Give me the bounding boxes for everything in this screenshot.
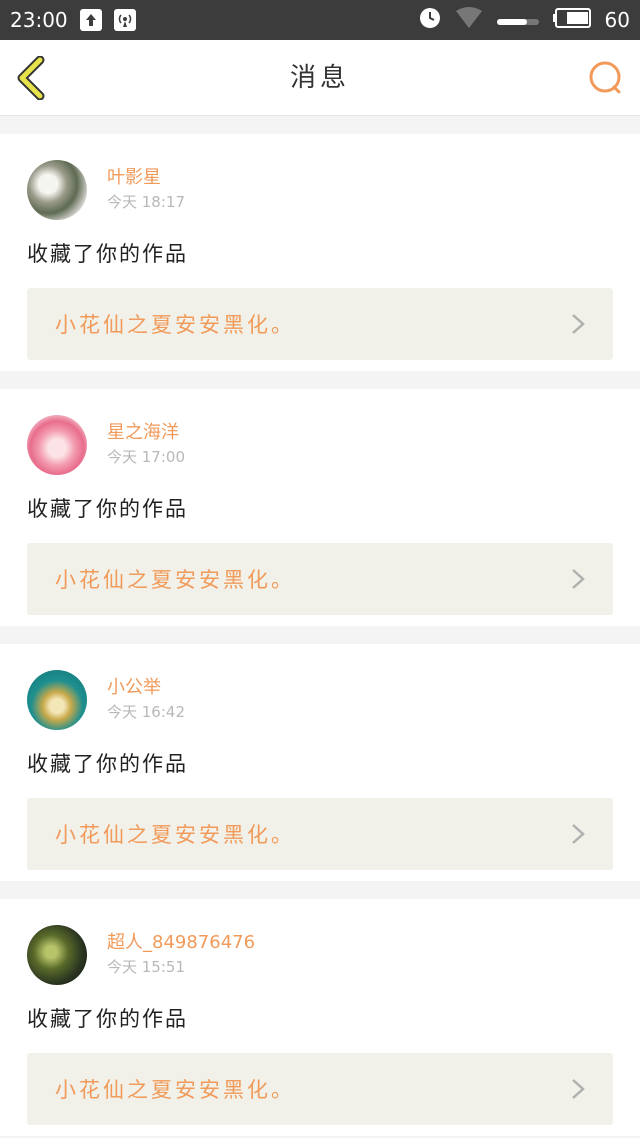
upload-icon bbox=[79, 9, 102, 31]
chevron-right-icon bbox=[572, 569, 585, 589]
search-icon bbox=[589, 61, 621, 94]
battery-level: 60 bbox=[604, 8, 630, 32]
avatar[interactable] bbox=[27, 160, 87, 220]
timestamp: 今天 18:17 bbox=[107, 193, 185, 211]
action-text: 收藏了你的作品 bbox=[27, 1007, 188, 1031]
battery-icon bbox=[552, 7, 591, 33]
cell-signal-icon bbox=[496, 8, 539, 32]
message-card: 星之海洋 今天 17:00 收藏了你的作品 小花仙之夏安安黑化。 bbox=[0, 389, 640, 626]
message-card: 叶影星 今天 18:17 收藏了你的作品 小花仙之夏安安黑化。 bbox=[0, 134, 640, 371]
user-info: 星之海洋 今天 17:00 bbox=[107, 422, 185, 468]
username[interactable]: 星之海洋 bbox=[107, 422, 185, 444]
username[interactable]: 小公举 bbox=[107, 677, 185, 699]
chevron-right-icon bbox=[572, 1079, 585, 1099]
avatar[interactable] bbox=[27, 925, 87, 985]
username[interactable]: 超人_849876476 bbox=[107, 932, 255, 954]
user-row: 叶影星 今天 18:17 bbox=[27, 160, 613, 220]
work-link[interactable]: 小花仙之夏安安黑化。 bbox=[27, 543, 613, 615]
chevron-right-icon bbox=[572, 824, 585, 844]
message-card: 小公举 今天 16:42 收藏了你的作品 小花仙之夏安安黑化。 bbox=[0, 644, 640, 881]
username[interactable]: 叶影星 bbox=[107, 167, 185, 189]
avatar[interactable] bbox=[27, 415, 87, 475]
user-info: 叶影星 今天 18:17 bbox=[107, 167, 185, 213]
timestamp: 今天 17:00 bbox=[107, 448, 185, 466]
user-row: 星之海洋 今天 17:00 bbox=[27, 415, 613, 475]
wifi-icon bbox=[455, 6, 483, 34]
user-row: 超人_849876476 今天 15:51 bbox=[27, 925, 613, 985]
work-link[interactable]: 小花仙之夏安安黑化。 bbox=[27, 1053, 613, 1125]
status-time: 23:00 bbox=[10, 8, 68, 32]
message-list: 叶影星 今天 18:17 收藏了你的作品 小花仙之夏安安黑化。 星之海洋 今天 … bbox=[0, 116, 640, 1136]
work-link[interactable]: 小花仙之夏安安黑化。 bbox=[27, 288, 613, 360]
alarm-icon bbox=[419, 7, 441, 34]
user-row: 小公举 今天 16:42 bbox=[27, 670, 613, 730]
work-link[interactable]: 小花仙之夏安安黑化。 bbox=[27, 798, 613, 870]
signal-icon bbox=[113, 9, 136, 31]
user-info: 小公举 今天 16:42 bbox=[107, 677, 185, 723]
page-title: 消息 bbox=[289, 63, 350, 93]
timestamp: 今天 16:42 bbox=[107, 703, 185, 721]
action-text: 收藏了你的作品 bbox=[27, 497, 188, 521]
title-bar: 消息 bbox=[0, 40, 640, 116]
search-button[interactable] bbox=[586, 58, 626, 98]
action-text: 收藏了你的作品 bbox=[27, 242, 188, 266]
chevron-right-icon bbox=[572, 314, 585, 334]
status-bar: 23:00 60 bbox=[0, 0, 640, 40]
message-card: 超人_849876476 今天 15:51 收藏了你的作品 小花仙之夏安安黑化。 bbox=[0, 899, 640, 1136]
timestamp: 今天 15:51 bbox=[107, 958, 185, 976]
work-title: 小花仙之夏安安黑化。 bbox=[55, 823, 295, 847]
work-title: 小花仙之夏安安黑化。 bbox=[55, 313, 295, 337]
avatar[interactable] bbox=[27, 670, 87, 730]
work-title: 小花仙之夏安安黑化。 bbox=[55, 568, 295, 592]
action-text: 收藏了你的作品 bbox=[27, 752, 188, 776]
work-title: 小花仙之夏安安黑化。 bbox=[55, 1078, 295, 1102]
user-info: 超人_849876476 今天 15:51 bbox=[107, 932, 255, 978]
